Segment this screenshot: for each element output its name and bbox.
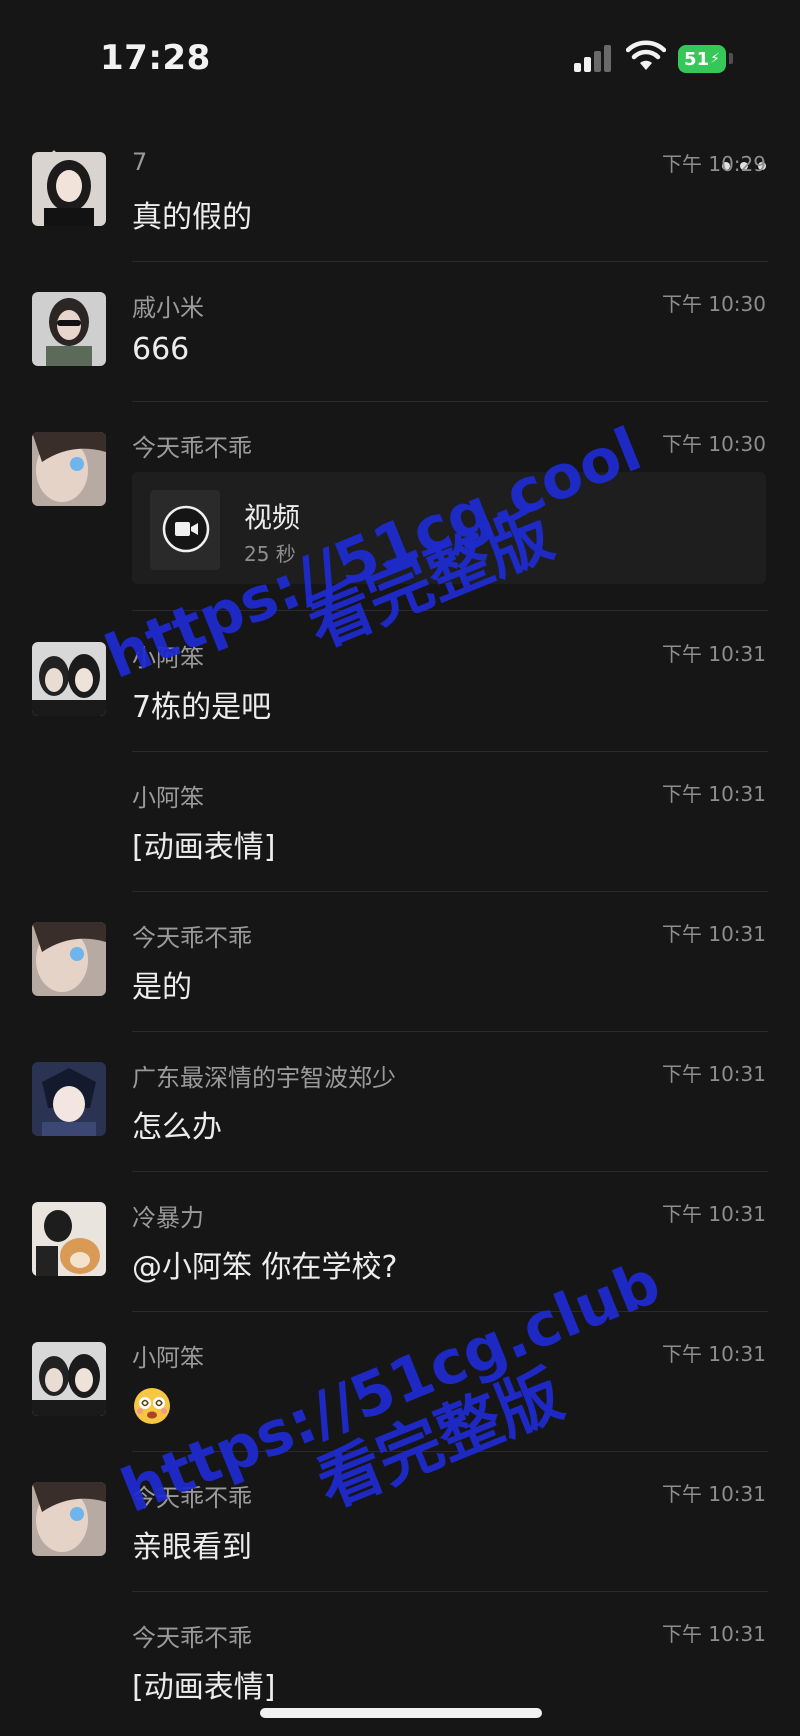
avatar-girl-blue-eye[interactable] <box>32 922 106 996</box>
message-text: [动画表情] <box>132 830 276 865</box>
video-camera-icon <box>162 505 210 553</box>
battery-level: 51 <box>684 48 710 70</box>
sender-name: 今天乖不乖 <box>132 924 252 952</box>
avatar-girl-blue-eye[interactable] <box>32 1482 106 1556</box>
divider <box>132 261 768 262</box>
message-text: 怎么办 <box>132 1110 222 1145</box>
divider <box>132 401 768 402</box>
message-time: 下午 10:30 <box>662 432 766 456</box>
sender-name: 小阿笨 <box>132 1344 204 1372</box>
divider <box>132 751 768 752</box>
message-text: 7栋的是吧 <box>132 690 272 725</box>
message-time: 下午 10:31 <box>662 922 766 946</box>
sender-name: 广东最深情的宇智波郑少 <box>132 1064 396 1092</box>
sender-name: 今天乖不乖 <box>132 434 252 462</box>
cellular-signal-icon <box>574 44 614 72</box>
message-text: 666 <box>132 332 190 367</box>
wifi-icon <box>626 40 666 70</box>
avatar-girl-sunglasses[interactable] <box>32 292 106 366</box>
dizzy-face-emoji-icon <box>134 1388 170 1424</box>
message-text: 是的 <box>132 970 192 1005</box>
avatar-girl-dark-hair[interactable] <box>32 152 106 226</box>
message-time: 下午 10:30 <box>662 292 766 316</box>
message-time: 下午 10:31 <box>662 1342 766 1366</box>
avatar-girl-blue-eye[interactable] <box>32 432 106 506</box>
sender-name: 冷暴力 <box>132 1204 204 1232</box>
home-indicator[interactable] <box>260 1708 542 1718</box>
video-title: 视频 <box>244 501 301 534</box>
message-time: 下午 10:31 <box>662 642 766 666</box>
divider <box>132 1311 768 1312</box>
message-text: [动画表情] <box>132 1670 276 1705</box>
avatar-couple[interactable] <box>32 1342 106 1416</box>
divider <box>132 891 768 892</box>
message-time: 下午 10:31 <box>662 1482 766 1506</box>
charging-bolt-icon: ⚡ <box>710 51 720 67</box>
sender-name: 小阿笨 <box>132 784 204 812</box>
battery-cap <box>729 53 733 64</box>
avatar-anime-boy[interactable] <box>32 1062 106 1136</box>
divider <box>132 1031 768 1032</box>
message-time: 下午 10:31 <box>662 782 766 806</box>
sender-name: 7 <box>132 148 148 176</box>
screen: 17:28 51 ⚡ 7 下午 10:29 真的假的 戚小米 下午 10:30 … <box>0 0 800 1736</box>
message-time: 下午 10:31 <box>662 1622 766 1646</box>
message-time: 下午 10:31 <box>662 1062 766 1086</box>
status-bar: 17:28 51 ⚡ <box>0 0 800 110</box>
sender-name: 戚小米 <box>132 294 204 322</box>
status-time: 17:28 <box>100 38 211 78</box>
message-text: 真的假的 <box>132 200 252 235</box>
message-time: 下午 10:31 <box>662 1202 766 1226</box>
avatar-couple[interactable] <box>32 642 106 716</box>
message-text: 亲眼看到 <box>132 1530 252 1565</box>
message-text: @小阿笨 你在学校? <box>132 1250 398 1285</box>
avatar-person-with-dog[interactable] <box>32 1202 106 1276</box>
divider <box>132 1591 768 1592</box>
battery-indicator: 51 ⚡ <box>678 45 726 73</box>
message-time: 下午 10:29 <box>662 152 766 176</box>
divider <box>132 1171 768 1172</box>
sender-name: 今天乖不乖 <box>132 1624 252 1652</box>
